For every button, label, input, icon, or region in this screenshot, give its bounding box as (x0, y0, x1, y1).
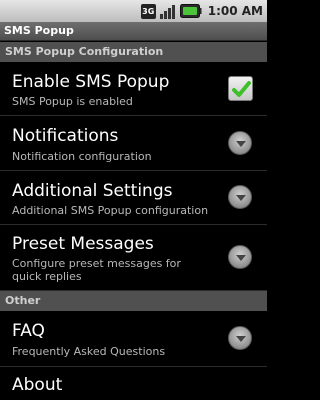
app-title: SMS Popup (4, 24, 74, 37)
pref-summary: Configure preset messages for quick repl… (12, 257, 181, 283)
pref-summary: Notification configuration (12, 150, 152, 163)
status-icons: 3G 1:00 AM (140, 2, 263, 20)
pref-summary: SMS Popup is enabled (12, 95, 133, 108)
status-bar: 3G 1:00 AM (0, 0, 267, 22)
pref-summary: Additional SMS Popup configuration (12, 204, 209, 217)
pref-enable-sms-popup[interactable]: Enable SMS Popup SMS Popup is enabled (0, 62, 267, 116)
network-type-icon: 3G (140, 3, 156, 19)
pref-title: About (12, 375, 63, 395)
pref-additional-settings[interactable]: Additional Settings Additional SMS Popup… (0, 171, 267, 225)
pref-title: FAQ (12, 321, 45, 341)
pref-title: Additional Settings (12, 181, 173, 201)
category-configuration: SMS Popup Configuration (0, 42, 267, 62)
enable-checkbox[interactable] (228, 76, 253, 101)
pref-title: Preset Messages (12, 234, 154, 254)
pref-summary: Frequently Asked Questions (12, 345, 166, 358)
pref-title: Enable SMS Popup (12, 72, 170, 92)
battery-icon (179, 4, 202, 18)
chevron-down-icon (228, 185, 252, 209)
category-label: SMS Popup Configuration (5, 45, 164, 58)
chevron-down-icon (228, 245, 252, 269)
pref-about[interactable]: About (0, 367, 267, 400)
app-title-bar: SMS Popup (0, 22, 267, 41)
signal-strength-icon (159, 4, 175, 19)
pref-preset-messages[interactable]: Preset Messages Configure preset message… (0, 225, 267, 291)
chevron-down-icon (228, 131, 252, 155)
chevron-down-icon (228, 326, 252, 350)
pref-title: Notifications (12, 126, 119, 146)
pref-faq[interactable]: FAQ Frequently Asked Questions (0, 311, 267, 367)
pref-notifications[interactable]: Notifications Notification configuration (0, 116, 267, 171)
clock: 1:00 AM (207, 4, 263, 18)
category-label: Other (5, 294, 41, 307)
checkmark-icon (232, 81, 251, 97)
category-other: Other (0, 291, 267, 311)
